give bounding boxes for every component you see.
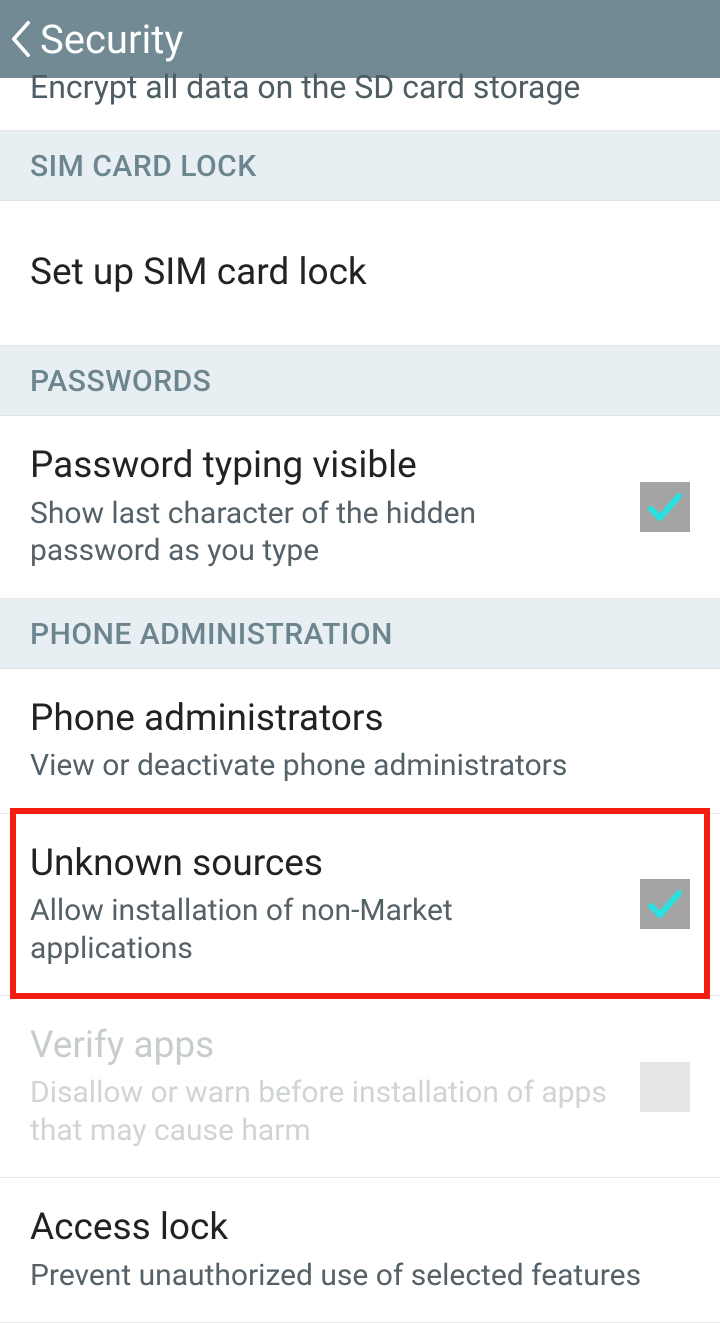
section-header-phone-admin: PHONE ADMINISTRATION [0,599,720,669]
verify-apps-sub: Disallow or warn before installation of … [30,1074,620,1149]
section-header-sim-card-lock: SIM CARD LOCK [0,131,720,201]
verify-apps-row: Verify apps Disallow or warn before inst… [0,996,720,1178]
encrypt-sd-row-partial[interactable]: Encrypt all data on the SD card storage [0,68,720,131]
check-icon [645,884,685,924]
setup-sim-lock-row[interactable]: Set up SIM card lock [0,201,720,346]
unknown-sources-row[interactable]: Unknown sources Allow installation of no… [0,814,720,996]
verify-apps-title: Verify apps [30,1024,620,1068]
app-header: Security [0,0,720,78]
phone-admins-row[interactable]: Phone administrators View or deactivate … [0,669,720,814]
setup-sim-lock-title: Set up SIM card lock [30,251,690,295]
phone-admins-title: Phone administrators [30,697,690,741]
access-lock-row[interactable]: Access lock Prevent unauthorized use of … [0,1178,720,1323]
password-visible-checkbox[interactable] [640,482,690,532]
access-lock-title: Access lock [30,1206,690,1250]
password-visible-sub: Show last character of the hidden passwo… [30,495,620,570]
password-visible-title: Password typing visible [30,444,620,488]
phone-admins-sub: View or deactivate phone administrators [30,747,690,785]
password-visible-row[interactable]: Password typing visible Show last charac… [0,416,720,598]
unknown-sources-checkbox[interactable] [640,879,690,929]
verify-apps-checkbox [640,1062,690,1112]
check-icon [645,487,685,527]
encrypt-sd-subtitle: Encrypt all data on the SD card storage [30,68,690,106]
unknown-sources-sub: Allow installation of non-Market applica… [30,892,620,967]
back-chevron-icon[interactable] [10,21,32,57]
settings-list: Encrypt all data on the SD card storage … [0,68,720,1323]
access-lock-sub: Prevent unauthorized use of selected fea… [30,1257,690,1295]
section-header-passwords: PASSWORDS [0,346,720,416]
unknown-sources-title: Unknown sources [30,842,620,886]
page-title: Security [40,16,183,63]
